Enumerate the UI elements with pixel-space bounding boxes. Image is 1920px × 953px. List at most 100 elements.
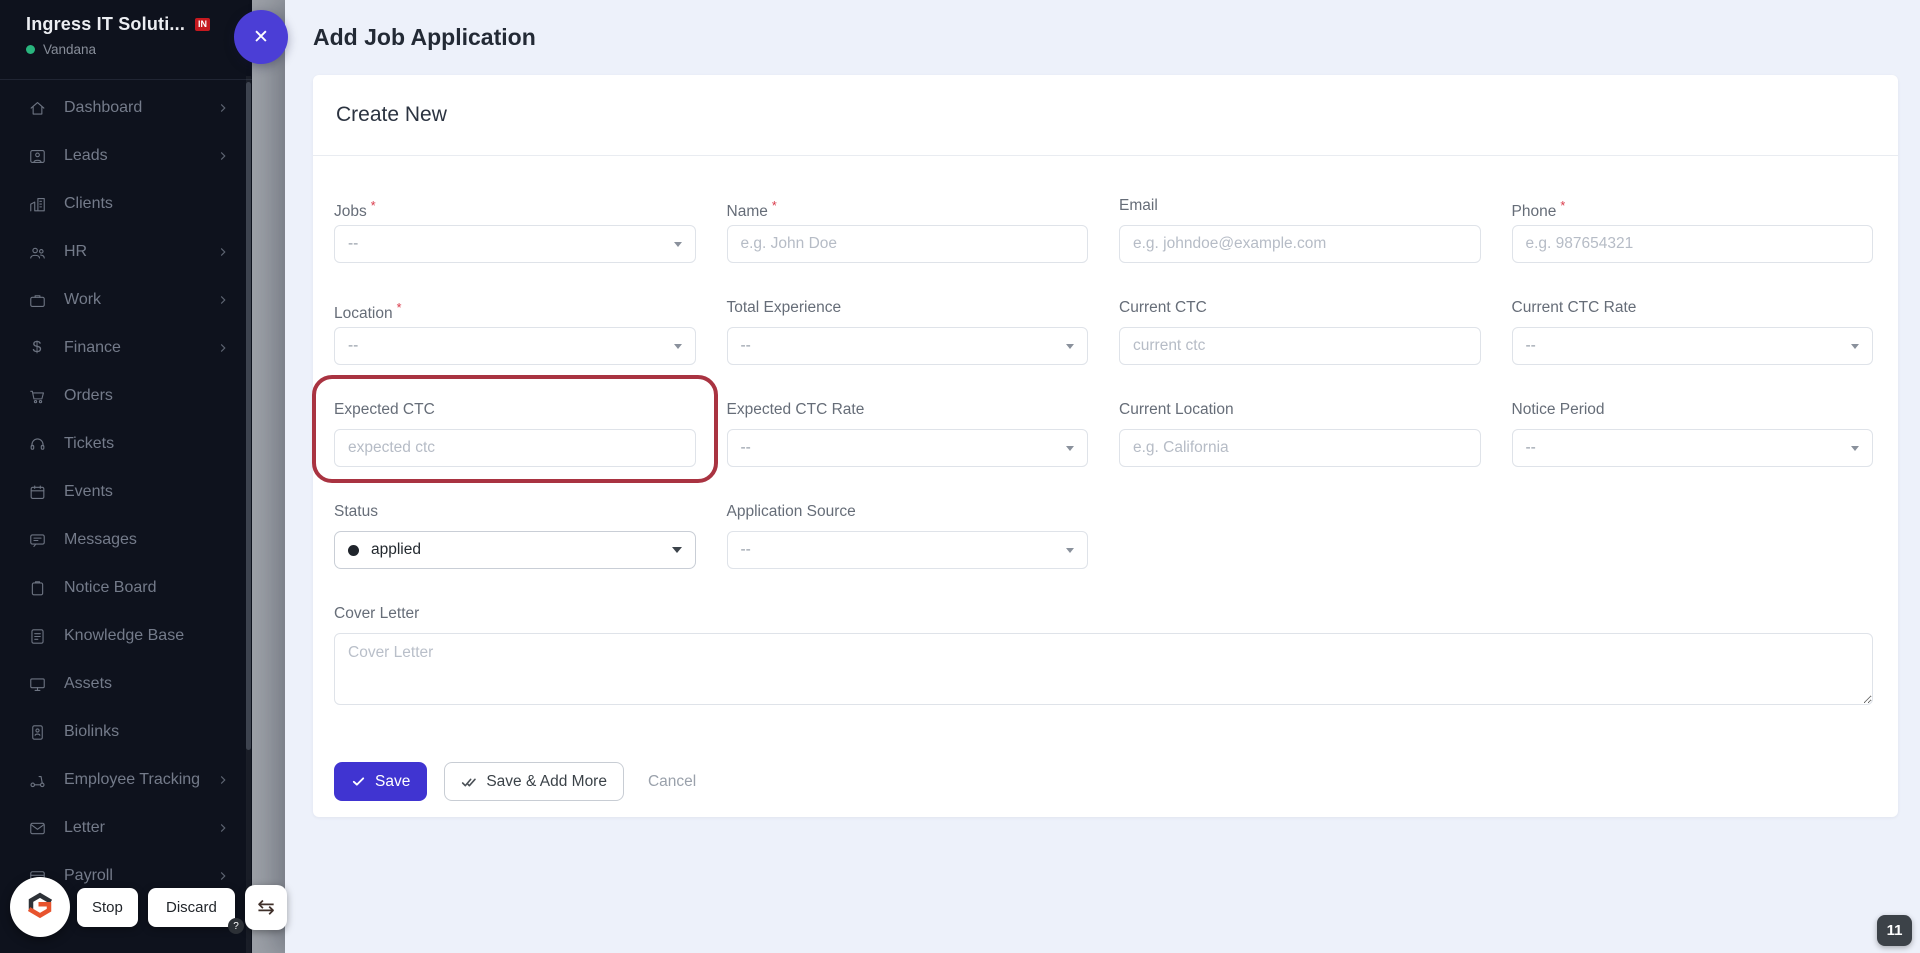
total-experience-select[interactable]: --: [727, 327, 1089, 365]
sidebar-item-finance[interactable]: $ Finance: [0, 324, 252, 372]
envelope-icon: [27, 818, 47, 838]
app: Ingress IT Soluti... IN Vandana Dashboar…: [0, 0, 1920, 953]
save-button[interactable]: Save: [334, 762, 427, 801]
sidebar-item-label: Events: [64, 483, 113, 501]
sidebar-item-clients[interactable]: Clients: [0, 180, 252, 228]
sidebar-item-label: Orders: [64, 387, 113, 405]
field-total-experience: Total Experience --: [727, 299, 1089, 365]
sidebar-item-label: Biolinks: [64, 723, 119, 741]
sidebar-item-employee-tracking[interactable]: Employee Tracking: [0, 756, 252, 804]
field-label: Total Experience: [727, 299, 1089, 317]
sidebar-item-hr[interactable]: HR: [0, 228, 252, 276]
card-header: Create New: [313, 75, 1898, 156]
sidebar-item-label: Notice Board: [64, 579, 157, 597]
chevron-down-icon: [674, 242, 682, 247]
sidebar-item-dashboard[interactable]: Dashboard: [0, 84, 252, 132]
field-label: Current CTC Rate: [1512, 299, 1874, 317]
chevron-down-icon: [1066, 548, 1074, 553]
org-name: Ingress IT Soluti...: [26, 14, 185, 35]
sidebar-item-label: Work: [64, 291, 101, 309]
field-email: Email: [1119, 197, 1481, 263]
sidebar-item-label: HR: [64, 243, 87, 261]
field-label: Email: [1119, 197, 1481, 215]
help-badge[interactable]: ?: [228, 918, 244, 934]
jobs-select[interactable]: --: [334, 225, 696, 263]
sidebar-item-tickets[interactable]: Tickets: [0, 420, 252, 468]
status-dot-icon: [348, 545, 359, 556]
sidebar-item-leads[interactable]: Leads: [0, 132, 252, 180]
people-icon: [27, 242, 47, 262]
sidebar-item-label: Dashboard: [64, 99, 142, 117]
sidebar-item-events[interactable]: Events: [0, 468, 252, 516]
card-title: Create New: [336, 103, 447, 127]
chevron-down-icon: [1851, 344, 1859, 349]
field-cover-letter: Cover Letter: [334, 605, 1873, 710]
field-notice-period: Notice Period --: [1512, 401, 1874, 467]
sidebar-item-label: Knowledge Base: [64, 627, 184, 645]
email-input[interactable]: [1119, 225, 1481, 263]
form-actions: Save Save & Add More Cancel: [334, 762, 1873, 801]
chevron-down-icon: [1851, 446, 1859, 451]
swap-button[interactable]: ⇆: [245, 885, 287, 930]
current-ctc-rate-select[interactable]: --: [1512, 327, 1874, 365]
sidebar: Ingress IT Soluti... IN Vandana Dashboar…: [0, 0, 252, 953]
select-value: --: [348, 337, 358, 355]
field-label: Current CTC: [1119, 299, 1481, 317]
sidebar-menu: Dashboard Leads Clients HR Work: [0, 80, 252, 900]
phone-input[interactable]: [1512, 225, 1874, 263]
cover-letter-textarea[interactable]: [334, 633, 1873, 705]
clipboard-icon: [27, 578, 47, 598]
sidebar-item-biolinks[interactable]: Biolinks: [0, 708, 252, 756]
notice-period-select[interactable]: --: [1512, 429, 1874, 467]
cancel-button[interactable]: Cancel: [648, 773, 696, 791]
chevron-down-icon: [674, 344, 682, 349]
sidebar-item-label: Messages: [64, 531, 137, 549]
sidebar-item-work[interactable]: Work: [0, 276, 252, 324]
required-asterisk: *: [371, 199, 376, 213]
chevron-right-icon: [216, 293, 230, 307]
name-input[interactable]: [727, 225, 1089, 263]
user-name: Vandana: [43, 42, 96, 57]
application-source-select[interactable]: --: [727, 531, 1089, 569]
scooter-icon: [27, 770, 47, 790]
close-panel-button[interactable]: ✕: [234, 10, 288, 64]
sidebar-item-letter[interactable]: Letter: [0, 804, 252, 852]
field-label: Expected CTC Rate: [727, 401, 1089, 419]
chat-icon: [27, 530, 47, 550]
sidebar-item-notice-board[interactable]: Notice Board: [0, 564, 252, 612]
select-value: applied: [371, 541, 421, 559]
chevron-right-icon: [216, 821, 230, 835]
home-icon: [27, 98, 47, 118]
field-application-source: Application Source --: [727, 503, 1089, 569]
add-job-application-panel: Add Job Application Create New Jobs* --: [285, 0, 1920, 953]
expected-ctc-input[interactable]: [334, 429, 696, 467]
current-ctc-input[interactable]: [1119, 327, 1481, 365]
status-select[interactable]: applied: [334, 531, 696, 569]
sidebar-item-orders[interactable]: Orders: [0, 372, 252, 420]
sidebar-item-label: Clients: [64, 195, 113, 213]
check-icon: [351, 774, 366, 789]
location-select[interactable]: --: [334, 327, 696, 365]
sidebar-item-assets[interactable]: Assets: [0, 660, 252, 708]
chevron-down-icon: [1066, 446, 1074, 451]
sidebar-scrollbar-thumb[interactable]: [246, 82, 251, 750]
sidebar-item-knowledge-base[interactable]: Knowledge Base: [0, 612, 252, 660]
sidebar-item-messages[interactable]: Messages: [0, 516, 252, 564]
field-current-ctc-rate: Current CTC Rate --: [1512, 299, 1874, 365]
sidebar-item-label: Payroll: [64, 867, 113, 885]
recorder-logo-button[interactable]: [10, 877, 70, 937]
select-value: --: [741, 439, 751, 457]
current-location-input[interactable]: [1119, 429, 1481, 467]
chevron-right-icon: [216, 341, 230, 355]
save-add-more-button[interactable]: Save & Add More: [444, 762, 624, 801]
select-value: --: [1526, 439, 1536, 457]
field-label: Application Source: [727, 503, 1089, 521]
id-card-icon: [27, 722, 47, 742]
document-icon: [27, 626, 47, 646]
building-icon: [27, 194, 47, 214]
expected-ctc-rate-select[interactable]: --: [727, 429, 1089, 467]
select-value: --: [741, 541, 751, 559]
swap-arrows-icon: ⇆: [257, 897, 275, 918]
stop-button[interactable]: Stop: [77, 888, 138, 927]
discard-button[interactable]: Discard: [148, 888, 235, 927]
